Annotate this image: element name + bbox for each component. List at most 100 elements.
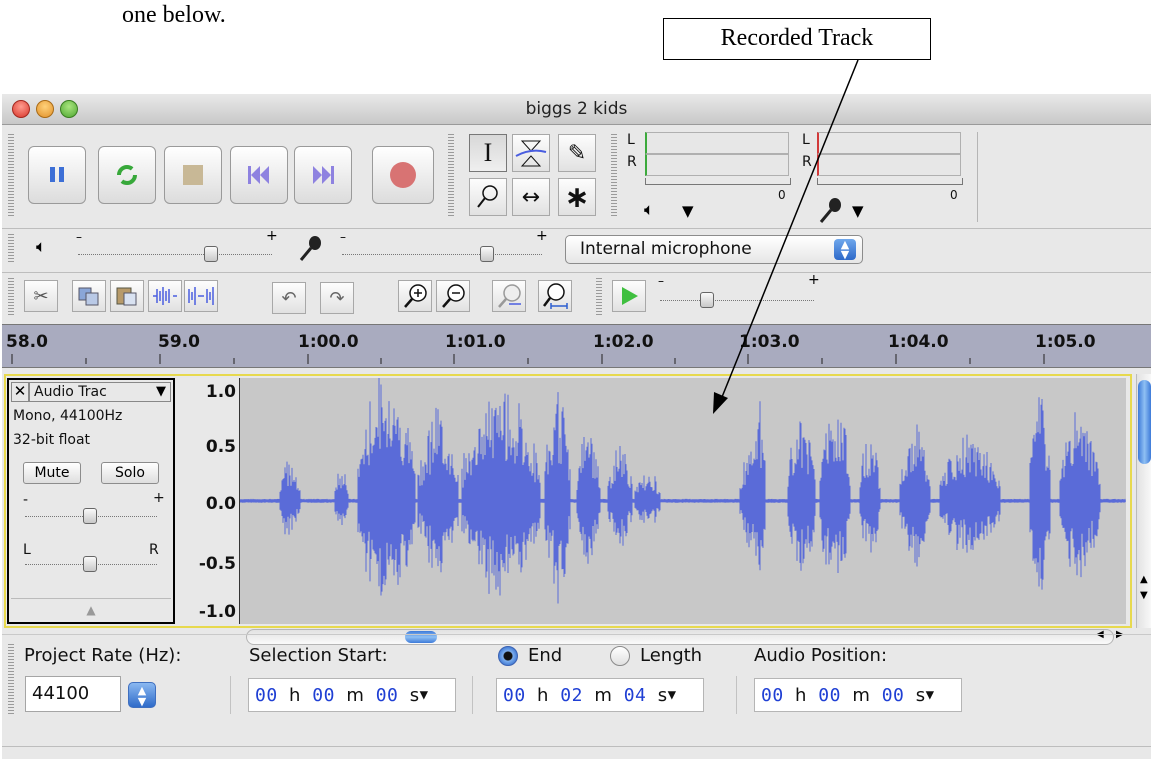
pause-button[interactable] bbox=[28, 146, 86, 204]
y-tick-label: 0.0 bbox=[205, 494, 236, 514]
selection-toolbar-grip[interactable] bbox=[8, 644, 14, 716]
pause-icon bbox=[50, 167, 64, 182]
track-gain-slider[interactable]: - + bbox=[19, 490, 165, 526]
selection-divider bbox=[230, 676, 231, 714]
output-meter-right bbox=[645, 154, 789, 176]
zoom-out-button[interactable] bbox=[436, 280, 470, 312]
fit-project-icon bbox=[543, 283, 568, 309]
output-volume-speaker-icon: 🔈︎ bbox=[36, 237, 47, 257]
length-radio[interactable] bbox=[610, 646, 630, 666]
project-rate-label: Project Rate (Hz): bbox=[24, 645, 182, 666]
input-meter-right-label: R bbox=[802, 154, 812, 170]
multi-tool[interactable]: ∗ bbox=[558, 178, 596, 216]
magnifier-icon bbox=[477, 185, 498, 208]
skip-to-end-button[interactable] bbox=[294, 146, 352, 204]
undo-button[interactable]: ↶ bbox=[272, 282, 306, 314]
mixer-toolbar-grip[interactable] bbox=[8, 234, 14, 264]
vertical-scroll-thumb[interactable] bbox=[1138, 380, 1151, 464]
selection-start-label: Selection Start: bbox=[249, 645, 388, 666]
ruler-label: 1:03.0 bbox=[739, 332, 800, 352]
output-volume-thumb[interactable] bbox=[204, 246, 218, 262]
skip-end-icon bbox=[313, 166, 334, 184]
record-button[interactable] bbox=[372, 146, 434, 204]
track-pan-thumb[interactable] bbox=[83, 556, 97, 572]
output-meter-left-label: L bbox=[627, 132, 635, 148]
selection-divider bbox=[736, 676, 737, 714]
audacity-window: biggs 2 kids I ✎ ↔ ∗ L R 0 🔈︎ ▼ L R 0 ▼ … bbox=[2, 94, 1151, 759]
selection-end-time[interactable]: 00 h 02 m 04 s ▼ bbox=[496, 678, 704, 712]
silence-button[interactable] bbox=[184, 280, 218, 312]
edit-toolbar-grip[interactable] bbox=[8, 278, 14, 316]
project-rate-stepper[interactable]: ▲ ▼ bbox=[128, 682, 156, 708]
audio-position-time[interactable]: 00 h 00 m 00 s ▼ bbox=[754, 678, 962, 712]
envelope-tool[interactable] bbox=[512, 134, 550, 172]
play-at-speed-button[interactable] bbox=[612, 280, 646, 312]
solo-button[interactable]: Solo bbox=[101, 462, 159, 484]
ruler-label: 1:02.0 bbox=[593, 332, 654, 352]
transport-toolbar-grip[interactable] bbox=[8, 134, 14, 216]
input-meter-zero: 0 bbox=[950, 188, 958, 202]
track-gain-thumb[interactable] bbox=[83, 508, 97, 524]
input-device-select[interactable]: Internal microphone ▲ ▼ bbox=[565, 235, 863, 264]
redo-icon: ↷ bbox=[329, 287, 345, 309]
fit-selection-icon bbox=[498, 284, 521, 308]
horizontal-scroll-thumb[interactable] bbox=[405, 631, 437, 643]
window-bottom-divider bbox=[2, 746, 1151, 747]
record-icon bbox=[390, 162, 416, 188]
toolbar-separator bbox=[977, 132, 978, 222]
input-volume-slider[interactable]: – + bbox=[340, 228, 548, 264]
play-at-speed-grip[interactable] bbox=[596, 278, 602, 316]
fit-project-button[interactable] bbox=[538, 280, 572, 312]
track-close-button[interactable]: ✕ bbox=[11, 382, 29, 402]
time-shift-tool[interactable]: ↔ bbox=[512, 178, 550, 216]
waveform-path bbox=[240, 378, 1126, 604]
input-volume-thumb[interactable] bbox=[480, 246, 494, 262]
paste-button[interactable] bbox=[110, 280, 144, 312]
scroll-up-arrow-icon[interactable]: ▲ bbox=[1140, 574, 1148, 585]
trim-button[interactable] bbox=[148, 280, 182, 312]
copy-button[interactable] bbox=[72, 280, 106, 312]
track-name-menu[interactable]: Audio Trac ▼ bbox=[29, 382, 171, 402]
track-name: Audio Trac bbox=[34, 384, 107, 400]
skip-to-start-button[interactable] bbox=[230, 146, 288, 204]
end-radio[interactable] bbox=[498, 646, 518, 666]
track-control-panel: ✕ Audio Trac ▼ Mono, 44100Hz 32-bit floa… bbox=[7, 378, 175, 624]
horizontal-scrollbar[interactable] bbox=[246, 629, 1114, 645]
output-meter-right-label: R bbox=[627, 154, 637, 170]
ruler-label: 1:01.0 bbox=[445, 332, 506, 352]
meter-toolbar-grip[interactable] bbox=[611, 134, 617, 216]
scroll-down-arrow-icon[interactable]: ▼ bbox=[1140, 590, 1148, 601]
mute-button[interactable]: Mute bbox=[23, 462, 81, 484]
end-label: End bbox=[528, 645, 563, 666]
fit-selection-button[interactable] bbox=[492, 280, 526, 312]
position-seconds: 00 bbox=[881, 684, 905, 706]
stop-button[interactable] bbox=[164, 146, 222, 204]
selection-start-time[interactable]: 00 h 00 m 00 s ▼ bbox=[248, 678, 456, 712]
tools-toolbar-grip[interactable] bbox=[448, 134, 454, 216]
position-minutes: 00 bbox=[818, 684, 841, 706]
zoom-tool[interactable] bbox=[469, 178, 507, 216]
input-volume-microphone-icon bbox=[299, 236, 321, 261]
loop-play-button[interactable] bbox=[98, 146, 156, 204]
cut-button[interactable]: ✂ bbox=[24, 280, 58, 312]
output-meter-menu[interactable]: 🔈︎ ▼ bbox=[642, 200, 708, 224]
draw-tool[interactable]: ✎ bbox=[558, 134, 596, 172]
project-rate-value: 44100 bbox=[32, 683, 90, 704]
track-pan-slider[interactable]: L R bbox=[19, 540, 163, 574]
waveform-canvas[interactable] bbox=[240, 378, 1126, 624]
zoom-in-button[interactable] bbox=[398, 280, 432, 312]
input-meter-left-label: L bbox=[802, 132, 810, 148]
unit-m: m bbox=[852, 684, 871, 706]
output-volume-slider[interactable]: – + bbox=[76, 228, 278, 264]
input-meter-menu[interactable]: ▼ bbox=[816, 196, 882, 224]
play-speed-thumb[interactable] bbox=[700, 292, 714, 308]
play-speed-slider[interactable]: – + bbox=[658, 272, 820, 308]
redo-button[interactable]: ↷ bbox=[320, 282, 354, 314]
track-collapse-button[interactable]: ▲ bbox=[11, 598, 171, 621]
selection-tool[interactable]: I bbox=[469, 134, 507, 172]
input-meter-right bbox=[817, 154, 961, 176]
vertical-scrollbar[interactable]: ▲ ▼ bbox=[1136, 374, 1151, 628]
track-bit-depth: 32-bit float bbox=[13, 432, 91, 448]
project-rate-input[interactable]: 44100 bbox=[25, 676, 121, 712]
document-text: one below. bbox=[122, 2, 226, 28]
